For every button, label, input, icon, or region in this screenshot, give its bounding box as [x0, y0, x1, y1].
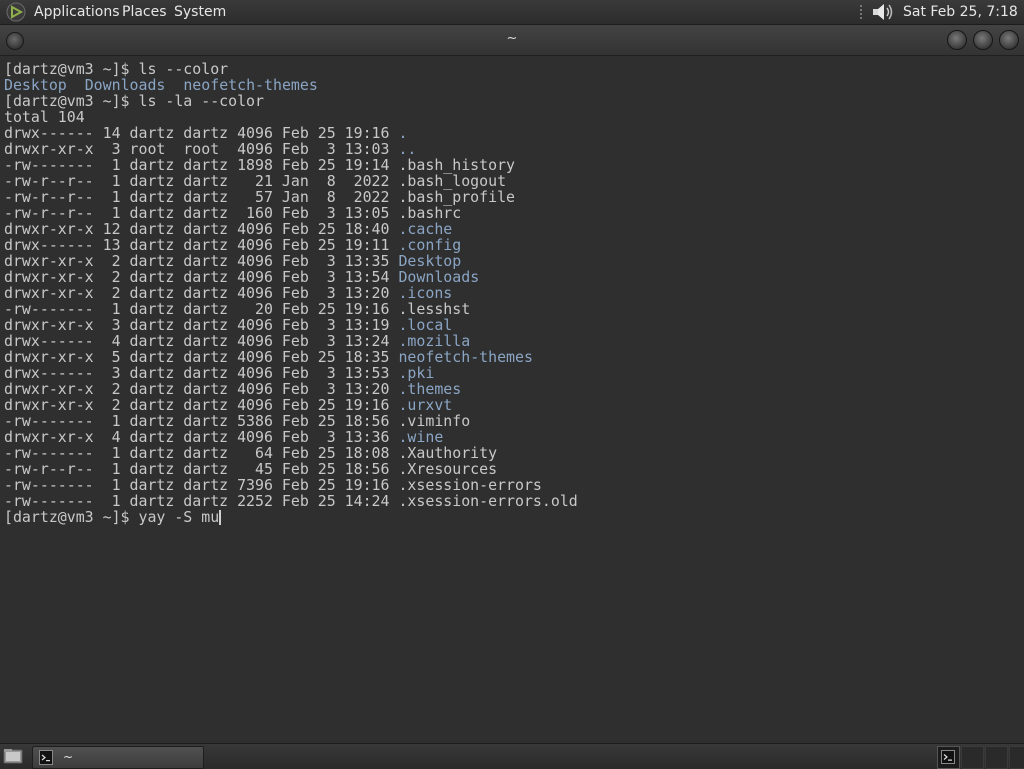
- terminal-line: drwxr-xr-x 2 dartz dartz 4096 Feb 25 19:…: [4, 397, 578, 413]
- terminal-line: [dartz@vm3 ~]$ ls -la --color: [4, 93, 578, 109]
- terminal-line: drwx------ 13 dartz dartz 4096 Feb 25 19…: [4, 237, 578, 253]
- applications-menu[interactable]: Applications: [34, 0, 120, 24]
- text-cursor: [219, 510, 222, 525]
- terminal-line: -rw------- 1 dartz dartz 7396 Feb 25 19:…: [4, 477, 578, 493]
- terminal-line: [dartz@vm3 ~]$ ls --color: [4, 61, 578, 77]
- terminal-line: drwx------ 14 dartz dartz 4096 Feb 25 19…: [4, 125, 578, 141]
- panel-separator-handle[interactable]: [858, 3, 864, 21]
- terminal-icon: [941, 750, 955, 764]
- workspace-1-button[interactable]: [937, 746, 960, 769]
- distro-logo-icon[interactable]: [6, 2, 26, 22]
- terminal-line: -rw-r--r-- 1 dartz dartz 45 Feb 25 18:56…: [4, 461, 578, 477]
- terminal-line: drwx------ 4 dartz dartz 4096 Feb 3 13:2…: [4, 333, 578, 349]
- terminal-line: -rw------- 1 dartz dartz 2252 Feb 25 14:…: [4, 493, 578, 509]
- terminal-area[interactable]: [dartz@vm3 ~]$ ls --color Desktop Downloa…: [0, 56, 1024, 742]
- terminal-line: Desktop Downloads neofetch-themes: [4, 77, 578, 93]
- top-panel: Applications Places System Sat Feb 25, 7…: [0, 0, 1024, 44]
- workspace-4-button[interactable]: [1009, 746, 1024, 769]
- volume-icon[interactable]: [870, 2, 896, 22]
- terminal-line: -rw------- 1 dartz dartz 20 Feb 25 19:16…: [4, 301, 578, 317]
- terminal-line: -rw------- 1 dartz dartz 1898 Feb 25 19:…: [4, 157, 578, 173]
- terminal-line: drwxr-xr-x 5 dartz dartz 4096 Feb 25 18:…: [4, 349, 578, 365]
- taskbar-item-label: ~: [63, 750, 74, 764]
- terminal-line: drwxr-xr-x 2 dartz dartz 4096 Feb 3 13:5…: [4, 269, 578, 285]
- close-button[interactable]: [999, 30, 1019, 50]
- terminal-line: drwxr-xr-x 2 dartz dartz 4096 Feb 3 13:2…: [4, 381, 578, 397]
- taskbar-item-terminal[interactable]: ~: [32, 746, 204, 769]
- terminal-line: drwx------ 3 dartz dartz 4096 Feb 3 13:5…: [4, 365, 578, 381]
- terminal-line: drwxr-xr-x 3 dartz dartz 4096 Feb 3 13:1…: [4, 317, 578, 333]
- bottom-panel: ~: [0, 743, 1024, 769]
- minimize-button[interactable]: [947, 30, 967, 50]
- terminal-line: -rw-r--r-- 1 dartz dartz 160 Feb 3 13:05…: [4, 205, 578, 221]
- workspace-3-button[interactable]: [985, 746, 1008, 769]
- maximize-button[interactable]: [973, 30, 993, 50]
- system-menu[interactable]: System: [174, 0, 226, 24]
- window-titlebar[interactable]: ~: [0, 25, 1024, 56]
- terminal-line: -rw------- 1 dartz dartz 64 Feb 25 18:08…: [4, 445, 578, 461]
- terminal-line: total 104: [4, 109, 578, 125]
- terminal-line: drwxr-xr-x 2 dartz dartz 4096 Feb 3 13:2…: [4, 285, 578, 301]
- terminal-line: drwxr-xr-x 2 dartz dartz 4096 Feb 3 13:3…: [4, 253, 578, 269]
- terminal-line: drwxr-xr-x 3 root root 4096 Feb 3 13:03 …: [4, 141, 578, 157]
- show-desktop-icon[interactable]: [3, 748, 23, 765]
- terminal-line: -rw-r--r-- 1 dartz dartz 57 Jan 8 2022 .…: [4, 189, 578, 205]
- terminal-output: [dartz@vm3 ~]$ ls --color Desktop Downloa…: [4, 61, 578, 525]
- places-menu[interactable]: Places: [122, 0, 167, 24]
- terminal-icon: [39, 750, 53, 765]
- terminal-line: [dartz@vm3 ~]$ yay -S mu: [4, 509, 578, 525]
- terminal-line: -rw-r--r-- 1 dartz dartz 21 Jan 8 2022 .…: [4, 173, 578, 189]
- terminal-line: drwxr-xr-x 12 dartz dartz 4096 Feb 25 18…: [4, 221, 578, 237]
- terminal-line: -rw------- 1 dartz dartz 5386 Feb 25 18:…: [4, 413, 578, 429]
- terminal-line: drwxr-xr-x 4 dartz dartz 4096 Feb 3 13:3…: [4, 429, 578, 445]
- window-title: ~: [506, 31, 518, 46]
- workspace-2-button[interactable]: [961, 746, 984, 769]
- terminal-text: [dartz@vm3 ~]$ yay -S mu: [4, 508, 220, 526]
